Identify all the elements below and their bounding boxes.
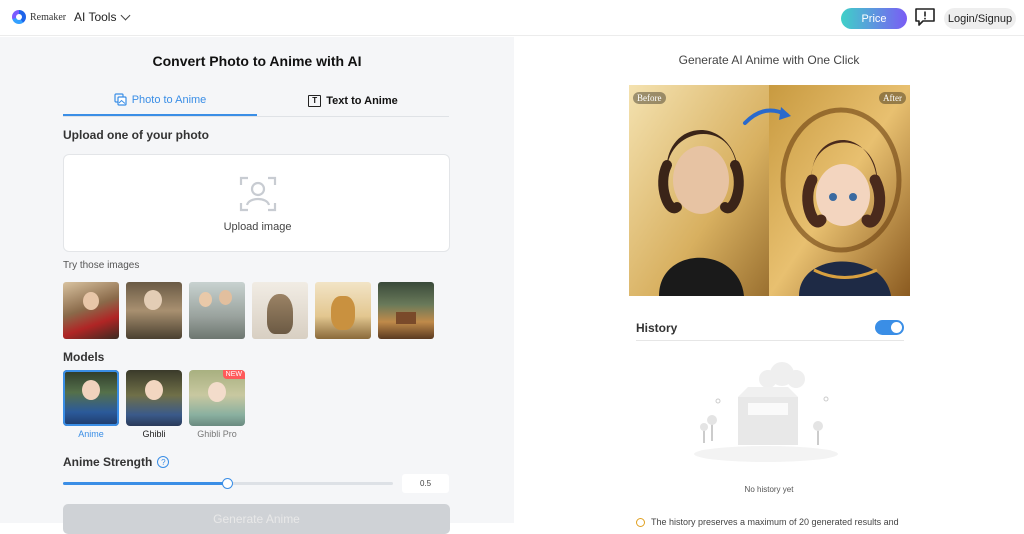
info-icon bbox=[636, 517, 645, 527]
new-badge: NEW bbox=[222, 370, 245, 379]
ai-tools-menu[interactable]: AI Tools bbox=[74, 10, 131, 24]
page-title: Convert Photo to Anime with AI bbox=[152, 53, 362, 69]
upload-label: Upload image bbox=[223, 221, 292, 233]
tab-photo-to-anime[interactable]: Photo to Anime bbox=[63, 85, 257, 116]
preview-panel: Generate AI Anime with One Click Before … bbox=[514, 37, 1024, 527]
history-divider bbox=[636, 340, 904, 341]
anime-strength-label: Anime Strength ? bbox=[63, 455, 170, 469]
anime-strength-text: Anime Strength bbox=[63, 455, 153, 469]
sample-image-forest[interactable] bbox=[378, 282, 434, 339]
history-heading: History bbox=[636, 321, 678, 335]
price-button[interactable]: Price bbox=[841, 8, 907, 29]
tab-photo-label: Photo to Anime bbox=[131, 93, 207, 106]
photo-icon bbox=[114, 93, 127, 106]
empty-box-illustration bbox=[694, 362, 838, 462]
sample-image-cat[interactable] bbox=[252, 282, 308, 339]
before-after-illustration bbox=[629, 85, 910, 296]
model-ghibli-pro-label: Ghibli Pro bbox=[197, 429, 237, 439]
toggle-knob bbox=[891, 322, 902, 333]
model-ghibli-label: Ghibli bbox=[142, 429, 166, 439]
tab-text-to-anime[interactable]: T Text to Anime bbox=[257, 85, 449, 116]
chevron-down-icon bbox=[121, 10, 131, 21]
model-anime-label: Anime bbox=[78, 429, 104, 439]
after-label: After bbox=[879, 92, 906, 104]
help-icon[interactable]: ? bbox=[157, 456, 170, 468]
model-list: Anime Ghibli NEW Ghibli Pro bbox=[63, 370, 245, 439]
empty-history-text: No history yet bbox=[744, 485, 794, 494]
logo-text: Remaker bbox=[30, 11, 67, 23]
model-ghibli[interactable]: Ghibli bbox=[126, 370, 182, 439]
sample-image-old-man[interactable] bbox=[126, 282, 182, 339]
model-anime-thumbnail bbox=[63, 370, 119, 426]
upload-image-icon bbox=[239, 176, 277, 212]
mode-tabs: Photo to Anime T Text to Anime bbox=[63, 85, 449, 117]
feedback-icon[interactable] bbox=[914, 7, 936, 27]
top-bar: Remaker AI Tools Price Login/Signup bbox=[0, 0, 1024, 36]
try-images-label: Try those images bbox=[63, 260, 140, 271]
login-signup-button[interactable]: Login/Signup bbox=[944, 8, 1016, 29]
model-ghibli-pro-thumbnail: NEW bbox=[189, 370, 245, 426]
sample-images bbox=[63, 282, 434, 339]
history-toggle[interactable] bbox=[875, 320, 904, 335]
model-anime[interactable]: Anime bbox=[63, 370, 119, 439]
slider-fill bbox=[63, 482, 228, 485]
converter-panel: Convert Photo to Anime with AI Photo to … bbox=[0, 37, 514, 534]
preview-title: Generate AI Anime with One Click bbox=[678, 53, 860, 67]
upload-heading: Upload one of your photo bbox=[63, 128, 209, 142]
anime-strength-value[interactable]: 0.5 bbox=[402, 474, 449, 493]
generate-button[interactable]: Generate Anime bbox=[63, 504, 450, 534]
anime-strength-slider[interactable] bbox=[63, 478, 393, 489]
history-notice-text: The history preserves a maximum of 20 ge… bbox=[651, 517, 899, 527]
before-after-image: Before After bbox=[629, 85, 910, 296]
slider-handle[interactable] bbox=[222, 478, 233, 489]
ai-tools-label: AI Tools bbox=[74, 10, 117, 24]
upload-dropzone[interactable]: Upload image bbox=[63, 154, 450, 252]
history-notice: The history preserves a maximum of 20 ge… bbox=[636, 517, 936, 527]
sample-image-dog[interactable] bbox=[315, 282, 371, 339]
before-label: Before bbox=[633, 92, 666, 104]
remaker-logo-icon bbox=[12, 10, 26, 24]
sample-image-couple[interactable] bbox=[189, 282, 245, 339]
tab-text-label: Text to Anime bbox=[326, 94, 398, 107]
model-ghibli-thumbnail bbox=[126, 370, 182, 426]
sample-image-woman[interactable] bbox=[63, 282, 119, 339]
text-icon: T bbox=[308, 94, 322, 107]
logo[interactable]: Remaker bbox=[12, 10, 66, 24]
model-ghibli-pro[interactable]: NEW Ghibli Pro bbox=[189, 370, 245, 439]
models-heading: Models bbox=[63, 350, 105, 364]
